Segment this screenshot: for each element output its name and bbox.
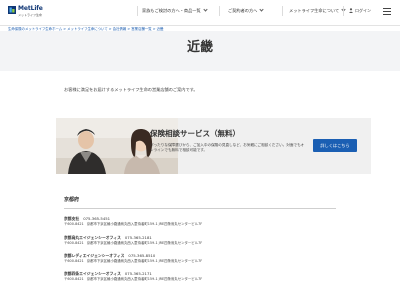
office-address: 京都市下京区綾小路通烏丸西入童侍者町159-1 JRE四条烏丸センタービル7F (86, 277, 203, 281)
nav-label: メットライフ生命について (289, 8, 340, 13)
nav-label: 家族もご検討の方へ・商品一覧 (142, 8, 201, 13)
chevron-down-icon (203, 7, 208, 12)
office-address: 京都市下京区綾小路通烏丸西入童侍者町159-1 JRE四条烏丸センタービル7F (86, 241, 203, 245)
office-zip: 〒600-8421 (64, 259, 84, 263)
nav-item-about[interactable]: メットライフ生命について (289, 7, 346, 14)
office-address: 京都市下京区綾小路通烏丸西入童侍者町159-1 JRE四条烏丸センタービル7F (86, 259, 203, 263)
office-phone[interactable]: 075-365-5451 (83, 216, 110, 221)
office-address: 京都市下京区綾小路通烏丸西入童侍者町159-1 JRE四条烏丸センタービル7F (86, 222, 203, 226)
hamburger-menu-icon[interactable] (383, 8, 391, 15)
nav-divider (343, 6, 344, 16)
nav-divider (137, 6, 138, 16)
site-header: MetLife メットライフ生命 家族もご検討の方へ・商品一覧 ご契約者の方へ … (0, 0, 400, 26)
office-zip: 〒600-8421 (64, 241, 84, 245)
office-zip: 〒600-8421 (64, 222, 84, 226)
login-label: ログイン (355, 8, 371, 13)
intro-text: お客様に満足をお届けするメットライフ生命の営業店舗のご案内です。 (64, 87, 198, 92)
logo-text: MetLife (18, 5, 43, 12)
office-zip: 〒600-8421 (64, 277, 84, 281)
office-phone[interactable]: 075-365-2181 (125, 235, 152, 240)
page-title: 近畿 (186, 40, 213, 55)
logo-subtext: メットライフ生命 (18, 13, 43, 17)
office-item: 京都四条エイジェンシーオフィス 075-365-2171 〒600-8421 京都市… (64, 271, 344, 282)
nav-item-policyholders[interactable]: ご契約者の方へ (228, 7, 264, 14)
login-button[interactable]: ログイン (349, 8, 371, 14)
office-item: 京都レディエイジェンシーオフィス 075-365-8510 〒600-8421 京都… (64, 253, 344, 264)
office-name: 京都四条エイジェンシーオフィス (64, 271, 121, 276)
nav-item-products[interactable]: 家族もご検討の方へ・商品一覧 (142, 7, 208, 14)
office-name: 京都烏丸エイジェンシーオフィス (64, 235, 121, 240)
metlife-logo-icon (8, 6, 16, 14)
office-name: 京都レディエイジェンシーオフィス (64, 253, 125, 258)
banner-title: 保険相談サービス（無料） (150, 129, 240, 138)
nav-label: ご契約者の方へ (228, 8, 258, 13)
nav-divider (219, 6, 220, 16)
banner-description: ぴったりな保障選びから、ご加入中の保険の見直しなど、お気軽にご相談ください。対面… (150, 143, 305, 153)
office-name: 京都支社 (64, 216, 80, 221)
region-divider (64, 208, 336, 209)
details-button[interactable]: 詳しくはこちら (313, 139, 357, 152)
office-phone[interactable]: 075-365-2171 (125, 271, 152, 276)
office-item: 京都烏丸エイジェンシーオフィス 075-365-2181 〒600-8421 京都市… (64, 235, 344, 246)
chevron-down-icon (259, 7, 264, 12)
metlife-logo[interactable]: MetLife メットライフ生命 (8, 5, 48, 21)
office-item: 京都支社 075-365-5451 〒600-8421 京都市下京区綾小路通烏丸西入… (64, 216, 344, 227)
region-heading: 京都府 (64, 197, 80, 203)
nav-divider (282, 6, 283, 16)
user-icon (349, 8, 353, 13)
office-phone[interactable]: 075-365-8510 (128, 253, 155, 258)
